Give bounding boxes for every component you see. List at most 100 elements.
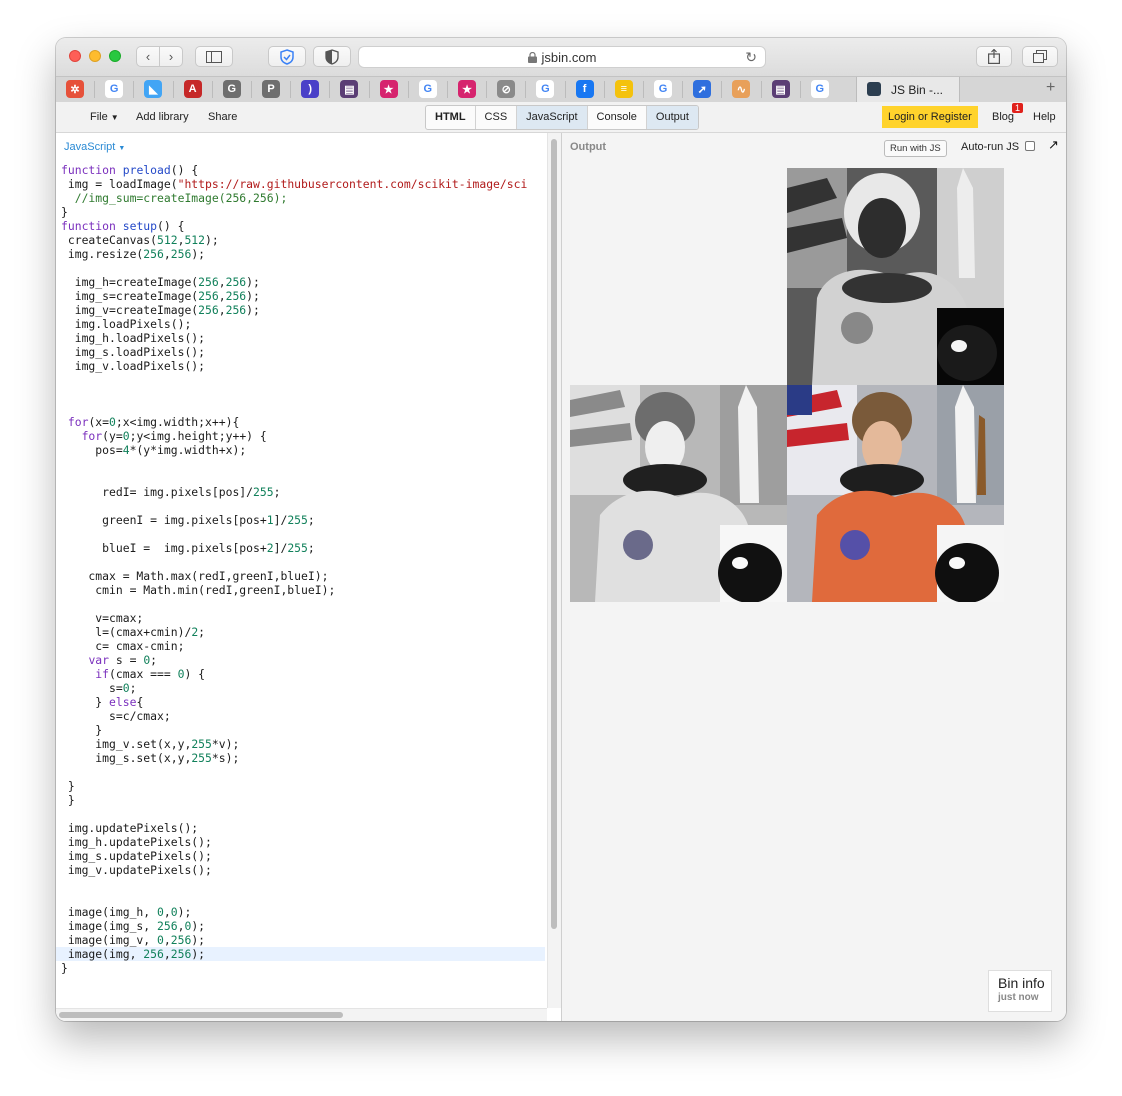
- tab-javascript[interactable]: JavaScript: [517, 106, 588, 129]
- code-line[interactable]: img_v=createImage(256,256);: [61, 303, 545, 317]
- language-selector[interactable]: JavaScript ▼: [64, 141, 125, 153]
- code-line[interactable]: greenI = img.pixels[pos+1]/255;: [61, 513, 545, 527]
- code-line[interactable]: v=cmax;: [61, 611, 545, 625]
- new-tab-icon[interactable]: +: [1046, 79, 1055, 97]
- back-button[interactable]: ‹: [136, 46, 160, 67]
- bin-info-panel[interactable]: Bin info just now: [988, 970, 1052, 1012]
- tab-console[interactable]: Console: [588, 106, 647, 129]
- reload-icon[interactable]: ↻: [745, 49, 757, 66]
- code-line[interactable]: [61, 891, 545, 905]
- code-line[interactable]: [61, 597, 545, 611]
- code-line[interactable]: [61, 457, 545, 471]
- code-line[interactable]: createCanvas(512,512);: [61, 233, 545, 247]
- code-line[interactable]: img_s.updatePixels();: [61, 849, 545, 863]
- run-with-js-button[interactable]: Run with JS: [884, 140, 947, 157]
- help-link[interactable]: Help: [1033, 111, 1056, 123]
- code-line[interactable]: for(y=0;y<img.height;y++) {: [61, 429, 545, 443]
- code-line[interactable]: for(x=0;x<img.width;x++){: [61, 415, 545, 429]
- p-favicon[interactable]: P: [262, 80, 280, 98]
- tab-jsbin[interactable]: JS Bin -...: [856, 77, 960, 102]
- google-favicon[interactable]: G: [810, 80, 829, 98]
- pinwheel-favicon[interactable]: ✲: [66, 80, 84, 98]
- code-line[interactable]: [61, 471, 545, 485]
- code-line[interactable]: [61, 261, 545, 275]
- code-line[interactable]: img_s.loadPixels();: [61, 345, 545, 359]
- code-line[interactable]: img.resize(256,256);: [61, 247, 545, 261]
- share-page-button[interactable]: [976, 46, 1012, 67]
- code-line[interactable]: }: [61, 961, 545, 975]
- autorun-toggle[interactable]: Auto-run JS: [961, 141, 1036, 153]
- code-line[interactable]: function preload() {: [61, 163, 545, 177]
- code-line[interactable]: pos=4*(y*img.width+x);: [61, 443, 545, 457]
- code-line[interactable]: image(img, 256,256);: [56, 947, 545, 961]
- code-line[interactable]: img.updatePixels();: [61, 821, 545, 835]
- blog-link[interactable]: Blog 1: [992, 103, 1024, 123]
- minimize-window-button[interactable]: [89, 50, 101, 62]
- tab-html[interactable]: HTML: [426, 106, 476, 129]
- code-line[interactable]: [61, 807, 545, 821]
- rocket-favicon[interactable]: ➚: [693, 80, 712, 98]
- zoom-window-button[interactable]: [109, 50, 121, 62]
- code-line[interactable]: img_v.loadPixels();: [61, 359, 545, 373]
- scroll-thumb[interactable]: [551, 139, 557, 929]
- file-menu[interactable]: File ▼: [90, 111, 119, 123]
- g-gray-favicon[interactable]: G: [222, 80, 241, 98]
- code-line[interactable]: [61, 499, 545, 513]
- code-line[interactable]: }: [61, 793, 545, 807]
- tab-css[interactable]: CSS: [476, 106, 518, 129]
- code-line[interactable]: var s = 0;: [61, 653, 545, 667]
- code-line[interactable]: }: [61, 779, 545, 793]
- code-line[interactable]: //img_sum=createImage(256,256);: [61, 191, 545, 205]
- code-line[interactable]: cmin = Math.min(redI,greenI,blueI);: [61, 583, 545, 597]
- google-favicon[interactable]: G: [654, 80, 672, 98]
- privacy-report-button[interactable]: [313, 46, 351, 67]
- autorun-checkbox[interactable]: [1025, 141, 1036, 151]
- code-line[interactable]: l=(cmax+cmin)/2;: [61, 625, 545, 639]
- code-line[interactable]: [61, 373, 545, 387]
- editor-horizontal-scrollbar[interactable]: [56, 1008, 547, 1021]
- code-line[interactable]: img_s.set(x,y,255*s);: [61, 751, 545, 765]
- address-bar[interactable]: jsbin.com ↻: [358, 46, 766, 68]
- google-favicon[interactable]: G: [105, 80, 124, 98]
- code-line[interactable]: [61, 555, 545, 569]
- flutter-favicon[interactable]: ◣: [144, 80, 163, 98]
- star-favicon[interactable]: ★: [458, 80, 476, 98]
- code-line[interactable]: image(img_h, 0,0);: [61, 905, 545, 919]
- code-line[interactable]: img_h.loadPixels();: [61, 331, 545, 345]
- shield-extension-button[interactable]: [268, 46, 306, 67]
- login-register-button[interactable]: Login or Register: [882, 106, 978, 128]
- code-line[interactable]: img.loadPixels();: [61, 317, 545, 331]
- code-line[interactable]: [61, 387, 545, 401]
- code-line[interactable]: [61, 877, 545, 891]
- sidebar-toggle-button[interactable]: [195, 46, 233, 67]
- code-line[interactable]: img_s=createImage(256,256);: [61, 289, 545, 303]
- forward-button[interactable]: ›: [159, 46, 183, 67]
- star-favicon[interactable]: ★: [379, 80, 398, 98]
- popout-arrow-icon[interactable]: ↗: [1048, 137, 1059, 153]
- tab-output[interactable]: Output: [646, 106, 698, 129]
- javascript-editor[interactable]: JavaScript ▼ function preload() { img = …: [56, 133, 547, 1021]
- code-line[interactable]: s=c/cmax;: [61, 709, 545, 723]
- tab-overview-button[interactable]: [1022, 46, 1058, 67]
- code-line[interactable]: [61, 527, 545, 541]
- google-favicon[interactable]: G: [536, 80, 555, 98]
- scroll-thumb[interactable]: [59, 1012, 343, 1018]
- code-line[interactable]: } else{: [61, 695, 545, 709]
- code-line[interactable]: }: [61, 205, 545, 219]
- add-library-button[interactable]: Add library: [136, 111, 189, 123]
- code-line[interactable]: redI= img.pixels[pos]/255;: [61, 485, 545, 499]
- code-line[interactable]: s=0;: [61, 681, 545, 695]
- compass-favicon[interactable]: ⊘: [497, 80, 516, 98]
- code-line[interactable]: cmax = Math.max(redI,greenI,blueI);: [61, 569, 545, 583]
- badge-favicon[interactable]: A: [183, 80, 202, 98]
- code-area[interactable]: function preload() { img = loadImage("ht…: [56, 163, 545, 975]
- facebook-favicon[interactable]: f: [575, 80, 594, 98]
- chart-favicon[interactable]: ∿: [732, 80, 751, 98]
- code-line[interactable]: img_h=createImage(256,256);: [61, 275, 545, 289]
- code-line[interactable]: img_h.updatePixels();: [61, 835, 545, 849]
- code-line[interactable]: img_v.set(x,y,255*v);: [61, 737, 545, 751]
- purple-book-favicon[interactable]: ▤: [340, 80, 359, 98]
- bracket-favicon[interactable]: ): [301, 80, 320, 98]
- code-line[interactable]: if(cmax === 0) {: [61, 667, 545, 681]
- code-line[interactable]: img_v.updatePixels();: [61, 863, 545, 877]
